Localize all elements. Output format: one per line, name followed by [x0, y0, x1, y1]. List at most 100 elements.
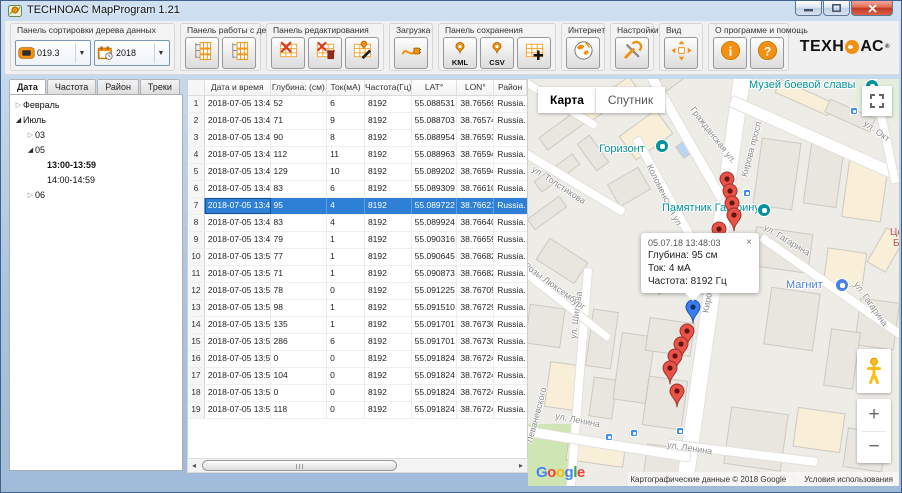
settings-button[interactable]	[615, 37, 649, 69]
table-row[interactable]: 112018-07-05 13:51:02711819255.09087338.…	[188, 266, 527, 283]
zoom-out-button[interactable]: −	[857, 432, 891, 464]
row-number-cell: 19	[188, 402, 205, 418]
delete-point-button[interactable]	[271, 37, 305, 69]
table-row[interactable]: 42018-07-05 13:46:0511211819255.08896338…	[188, 147, 527, 164]
scroll-right-arrow-icon[interactable]: ▸	[515, 461, 527, 470]
map-canvas[interactable]: Кирова просп.КироваГражданская ул.ул. То…	[528, 79, 899, 486]
table-row[interactable]: 132018-07-05 13:53:39981819255.09151038.…	[188, 300, 527, 317]
table-row[interactable]: 122018-07-05 13:52:36780819255.09122538.…	[188, 283, 527, 300]
year-select[interactable]: 2018▼	[94, 40, 170, 66]
scroll-left-arrow-icon[interactable]: ◂	[188, 461, 200, 470]
add-map-button[interactable]	[517, 37, 551, 69]
tree-expander-icon[interactable]: ▷	[14, 101, 23, 109]
fullscreen-button[interactable]	[862, 86, 892, 116]
table-row[interactable]: 32018-07-05 13:45:29908819255.08895438.7…	[188, 130, 527, 147]
row-number-cell: 9	[188, 232, 205, 248]
toolbar-group-label: Настройки	[617, 25, 659, 35]
chevron-down-icon[interactable]: ▼	[154, 43, 167, 63]
table-cell: 8192	[365, 368, 412, 384]
table-row[interactable]: 162018-07-05 13:55:4000819255.09182438.7…	[188, 351, 527, 368]
load-data-button[interactable]	[394, 37, 428, 69]
tree-expander-icon[interactable]: ▷	[26, 131, 35, 139]
table-row[interactable]: 152018-07-05 13:54:552866819255.09170138…	[188, 334, 527, 351]
tree-expander-icon[interactable]: ◢	[26, 146, 35, 154]
help-button[interactable]: ?	[750, 37, 784, 69]
table-row[interactable]: 92018-07-05 13:49:43791819255.09031638.7…	[188, 232, 527, 249]
table-cell: 38.765945	[457, 164, 494, 180]
minimize-button[interactable]	[795, 1, 822, 16]
titlebar[interactable]: TECHNOAC MapProgram 1.21	[1, 1, 901, 21]
zoom-in-button[interactable]: +	[857, 399, 891, 431]
svg-text:?: ?	[763, 44, 771, 58]
delete-track-button[interactable]	[308, 37, 342, 69]
row-number-cell: 6	[188, 181, 205, 197]
table-cell: 2018-07-05 13:46:44	[205, 164, 271, 180]
view-button[interactable]	[664, 37, 698, 69]
row-number-cell: 12	[188, 283, 205, 299]
table-row[interactable]: 102018-07-05 13:50:26771819255.09064538.…	[188, 249, 527, 266]
tree-item[interactable]: ▷06	[10, 187, 182, 202]
tree-rebuild-button[interactable]	[222, 37, 256, 69]
building	[528, 305, 564, 347]
tab-частота[interactable]: Частота	[47, 79, 96, 94]
table-row[interactable]: 142018-07-05 13:54:141351819255.09170138…	[188, 317, 527, 334]
table-cell: Russia.	[494, 215, 527, 231]
table-row[interactable]: 82018-07-05 13:48:41834819255.08992438.7…	[188, 215, 527, 232]
tree-item[interactable]: 14:00-14:59	[10, 172, 182, 187]
chevron-down-icon[interactable]: ▼	[75, 43, 88, 63]
tree-expander-icon[interactable]: ▷	[26, 191, 35, 199]
table-cell: Russia.	[494, 130, 527, 146]
table-cell: 55.090645	[412, 249, 458, 265]
tree-expander-icon[interactable]: ◢	[14, 116, 23, 124]
map-type-switch: Карта Спутник	[538, 87, 665, 113]
close-button[interactable]	[851, 1, 893, 16]
table-cell: 2018-07-05 13:47:12	[205, 181, 271, 197]
table-cell: Russia.	[494, 368, 527, 384]
row-number-cell: 3	[188, 130, 205, 146]
table-row[interactable]: 62018-07-05 13:47:12836819255.08930938.7…	[188, 181, 527, 198]
table-cell: Russia.	[494, 96, 527, 112]
tree-build-button[interactable]	[185, 37, 219, 69]
device-select[interactable]: 019.3▼	[15, 40, 91, 66]
infowindow-close-icon[interactable]: ×	[746, 238, 752, 248]
about-button[interactable]: i	[713, 37, 747, 69]
selected-point-marker[interactable]	[684, 298, 702, 324]
infowindow-line: Глубина: 95 см	[648, 250, 752, 261]
table-row[interactable]: 182018-07-05 13:57:2800819255.09182438.7…	[188, 385, 527, 402]
tab-треки[interactable]: Треки	[140, 79, 180, 94]
toolbar-group: Панель сортировки дерева данных019.3▼201…	[10, 23, 175, 71]
point-marker[interactable]	[668, 382, 686, 408]
terms-link[interactable]: Условия использования	[804, 475, 893, 484]
tab-дата[interactable]: Дата	[9, 79, 46, 95]
pegman-control[interactable]	[857, 349, 891, 393]
edit-point-button[interactable]	[345, 37, 379, 69]
table-row[interactable]: 172018-07-05 13:55:591040819255.09182438…	[188, 368, 527, 385]
internet-button[interactable]	[566, 37, 600, 69]
tree-item[interactable]: 13:00-13:59	[10, 157, 182, 172]
map-type-map-button[interactable]: Карта	[538, 87, 596, 113]
save-csv-button[interactable]: CSV	[480, 37, 514, 69]
table-cell: 2018-07-05 13:49:43	[205, 232, 271, 248]
tree-item[interactable]: ▷03	[10, 127, 182, 142]
table-row[interactable]: 52018-07-05 13:46:4412910819255.08920238…	[188, 164, 527, 181]
table-cell: 38.767307	[457, 334, 494, 350]
table-cell: 77	[271, 249, 328, 265]
map-type-satellite-button[interactable]: Спутник	[596, 87, 665, 113]
tree-item[interactable]: ◢Июль	[10, 112, 182, 127]
table-row[interactable]: 22018-07-05 13:44:44719819255.08870338.7…	[188, 113, 527, 130]
table-row[interactable]: 192018-07-05 13:58:031180819255.09182438…	[188, 402, 527, 419]
maximize-button[interactable]	[823, 1, 850, 16]
column-header: Дата и время	[205, 80, 271, 95]
tree-item[interactable]: ▷Февраль	[10, 97, 182, 112]
toolbar-group: Настройки	[610, 23, 654, 71]
table-row[interactable]: 12018-07-05 13:43:19526819255.08853138.7…	[188, 96, 527, 113]
table-cell: 79	[271, 232, 328, 248]
toolbar-group: Интернет	[561, 23, 605, 71]
tab-район[interactable]: Район	[97, 79, 139, 94]
table-cell: 83	[271, 181, 328, 197]
save-kml-button[interactable]: KML	[443, 37, 477, 69]
hscroll-thumb[interactable]	[202, 460, 397, 471]
tree-item[interactable]: ◢05	[10, 142, 182, 157]
brand-logo: ТЕХНАС®	[800, 38, 894, 56]
table-row[interactable]: 72018-07-05 13:48:03954819255.08972238.7…	[188, 198, 527, 215]
